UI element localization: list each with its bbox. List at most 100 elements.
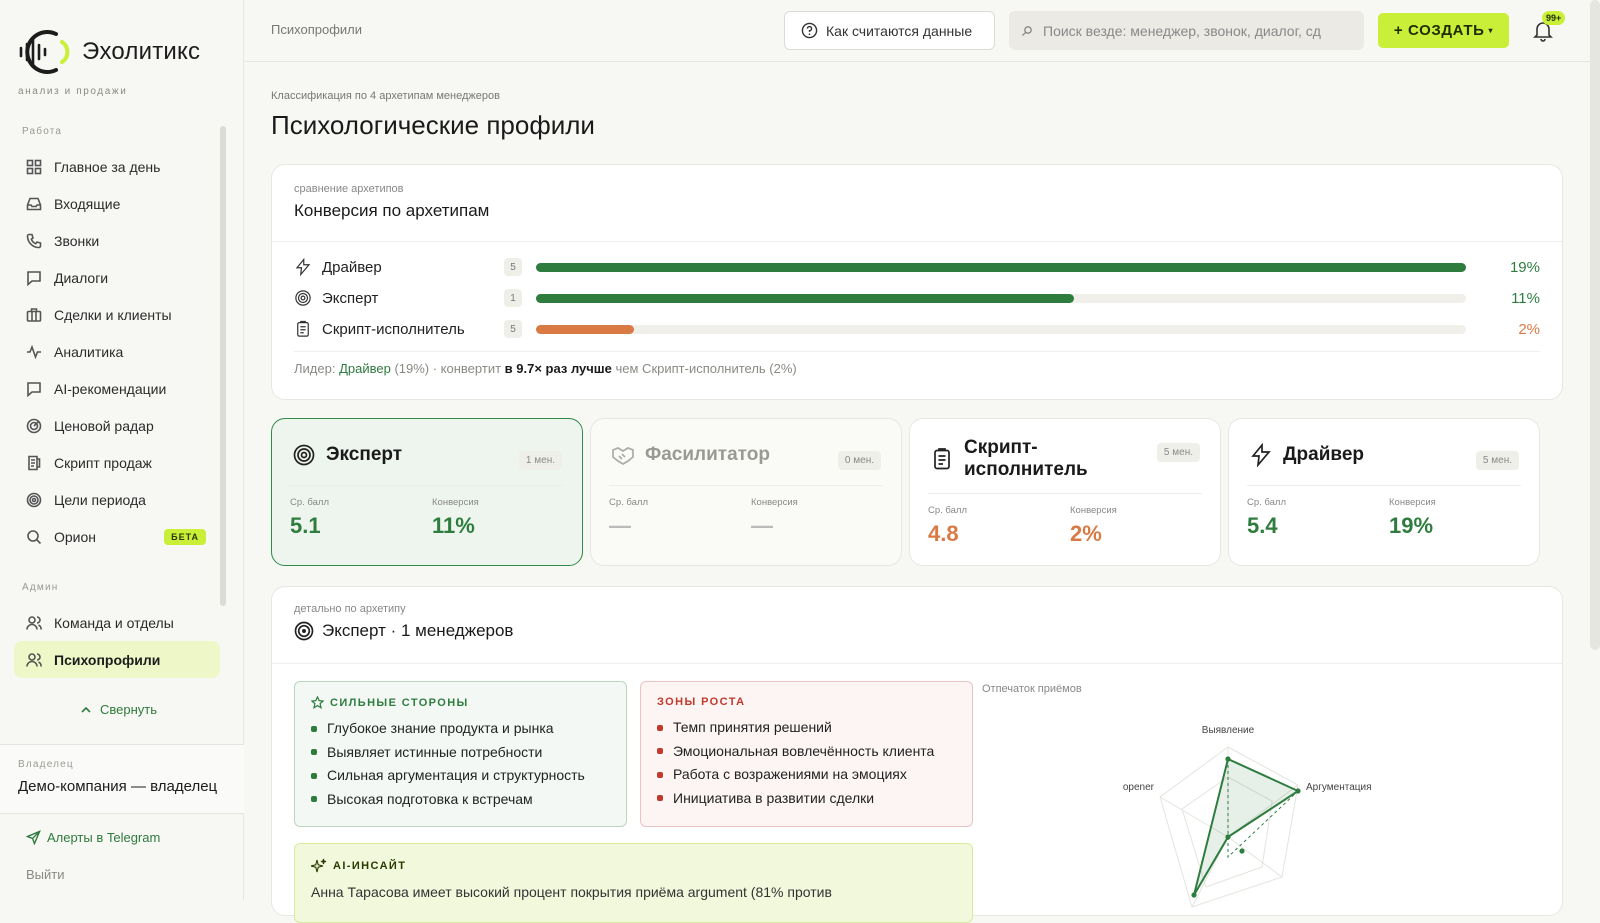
help-icon [801, 22, 818, 39]
conversion-percent: 11% [1511, 289, 1540, 307]
leader-name[interactable]: Драйвер [339, 361, 391, 376]
sidebar-item-orion[interactable]: Орион БЕТА [14, 518, 220, 555]
ai-insight-box: AI-ИНСАЙТ Анна Тарасова имеет высокий пр… [294, 843, 973, 923]
score-label: Ср. балл [290, 497, 330, 508]
conversion-percent: 2% [1518, 320, 1540, 338]
archetype-card[interactable]: Драйвер 5 мен. Ср. балл Конверсия 5.4 19% [1228, 418, 1540, 566]
sidebar-item-label: Сделки и клиенты [54, 306, 172, 323]
managers-badge: 1 мен. [518, 451, 562, 470]
radar-axis-label: Выявление [1202, 725, 1255, 736]
sidebar-item-calls[interactable]: Звонки [14, 222, 220, 259]
how-data-calculated-button[interactable]: Как считаются данные [784, 11, 995, 50]
conversion-label: Конверсия [1389, 497, 1436, 508]
archetype-card[interactable]: Эксперт 1 мен. Ср. балл Конверсия 5.1 11% [271, 418, 583, 566]
conversion-row[interactable]: Эксперт 1 11% [294, 284, 1540, 312]
chevron-down-icon: ▾ [1488, 26, 1494, 35]
create-label: + СОЗДАТЬ [1393, 22, 1485, 39]
page-kicker: Классификация по 4 архетипам менеджеров [271, 90, 500, 102]
archetype-card-title: Драйвер [1283, 444, 1364, 465]
target-icon [294, 621, 314, 641]
star-icon [311, 696, 324, 709]
radar-point [1239, 848, 1245, 854]
sidebar-item-team[interactable]: Команда и отделы [14, 604, 220, 641]
conversion-row[interactable]: Драйвер 5 19% [294, 253, 1540, 281]
section-label-admin: Админ [22, 582, 59, 593]
phone-icon [26, 233, 42, 248]
sidebar-item-ai-recommendations[interactable]: AI-рекомендации [14, 370, 220, 407]
collapse-button[interactable]: Свернуть [80, 702, 157, 717]
sidebar-item-goals[interactable]: Цели периода [14, 481, 220, 518]
sidebar-item-dialogs[interactable]: Диалоги [14, 259, 220, 296]
conversion-value: 11% [432, 513, 475, 538]
dashboard-icon [26, 159, 42, 174]
page-scrollbar[interactable] [1590, 0, 1600, 650]
leader-prefix: Лидер: [294, 361, 336, 376]
conversion-value: 19% [1389, 513, 1434, 538]
how-label: Как считаются данные [826, 22, 973, 39]
archetype-card[interactable]: Фасилитатор 0 мен. Ср. балл Конверсия — — [590, 418, 902, 566]
conversion-label: Конверсия [432, 497, 479, 508]
activity-icon [27, 344, 41, 359]
sidebar-item-inbox[interactable]: Входящие [14, 185, 220, 222]
sidebar-item-deals[interactable]: Сделки и клиенты [14, 296, 220, 333]
detail-title: Эксперт · 1 менеджеров [322, 621, 514, 640]
sidebar-item-label: Орион [54, 528, 97, 545]
logout-link[interactable]: Выйти [26, 867, 65, 882]
strength-item: Выявляет истинные потребности [311, 741, 610, 765]
lightning-icon [295, 258, 311, 276]
strengths-title: СИЛЬНЫЕ СТОРОНЫ [330, 696, 469, 709]
sidebar-item-label: Диалоги [54, 269, 109, 286]
leader-summary: Лидер: Драйвер (19%) · конвертит в 9.7× … [294, 361, 797, 376]
conversion-bar-fill [536, 262, 1466, 272]
owner-panel[interactable]: Владелец Демо-компания — владелец [0, 744, 244, 814]
breadcrumb[interactable]: Психопрофили [271, 22, 362, 37]
sidebar-item-label: Скрипт продаж [54, 454, 152, 471]
growth-title: ЗОНЫ РОСТА [657, 696, 746, 708]
create-button[interactable]: + СОЗДАТЬ ▾ [1378, 13, 1509, 48]
send-icon [26, 830, 41, 845]
sidebar: Эхолитикс анализ и продажи Работа Главно… [0, 0, 244, 900]
sidebar-item-label: AI-рекомендации [54, 380, 167, 397]
search-icon [1022, 25, 1032, 36]
brand-tagline: анализ и продажи [18, 86, 128, 97]
managers-badge: 5 мен. [1475, 451, 1519, 470]
search-placeholder: Поиск везде: менеджер, звонок, диалог, с… [1043, 22, 1321, 39]
sidebar-item-dashboard[interactable]: Главное за день [14, 148, 220, 185]
lightning-icon [1251, 443, 1271, 467]
sidebar-item-psychoprofiles[interactable]: Психопрофили [14, 641, 220, 678]
managers-badge: 5 мен. [1156, 443, 1200, 462]
archetype-card-title: Эксперт [326, 444, 403, 465]
leader-multiplier: в 9.7× раз лучше [504, 361, 612, 376]
owner-name: Демо-компания — владелец [18, 778, 218, 795]
conversion-bar-track [536, 293, 1466, 303]
technique-radar-chart: Выявление Аргументация opener [1123, 725, 1371, 908]
users-icon [26, 615, 42, 630]
global-search-input[interactable]: Поиск везде: менеджер, звонок, диалог, с… [1009, 11, 1364, 50]
conversion-bar-fill [536, 324, 634, 334]
brand-name: Эхолитикс [82, 38, 201, 65]
sidebar-item-sales-script[interactable]: Скрипт продаж [14, 444, 220, 481]
users-icon [26, 652, 42, 667]
sidebar-item-label: Входящие [54, 195, 121, 212]
logo[interactable]: Эхолитикс [18, 26, 200, 78]
target-icon [295, 290, 311, 306]
radar-axis-label: opener [1123, 782, 1155, 793]
radar-axis-label: Аргументация [1306, 782, 1371, 793]
conversion-kicker: сравнение архетипов [294, 183, 404, 195]
growth-item: Эмоциональная вовлечённость клиента [657, 740, 956, 764]
avg-score-value: — [609, 513, 631, 538]
beta-badge: БЕТА [164, 528, 206, 545]
clipboard-icon [297, 320, 309, 337]
sidebar-item-analytics[interactable]: Аналитика [14, 333, 220, 370]
telegram-alerts-link[interactable]: Алерты в Telegram [26, 830, 160, 845]
sidebar-scrollbar[interactable] [220, 126, 226, 606]
sidebar-item-price-radar[interactable]: Ценовой радар [14, 407, 220, 444]
inbox-icon [26, 197, 42, 210]
conversion-value: — [751, 513, 773, 538]
topbar: Психопрофили Как считаются данные Поиск … [245, 0, 1600, 62]
strength-item: Высокая подготовка к встречам [311, 788, 610, 812]
logo-icon [19, 30, 70, 74]
archetype-card[interactable]: Скрипт-исполнитель 5 мен. Ср. балл Конверси… [909, 418, 1221, 566]
section-label-work: Работа [22, 126, 63, 137]
conversion-row[interactable]: Скрипт-исполнитель 5 2% [294, 315, 1540, 343]
